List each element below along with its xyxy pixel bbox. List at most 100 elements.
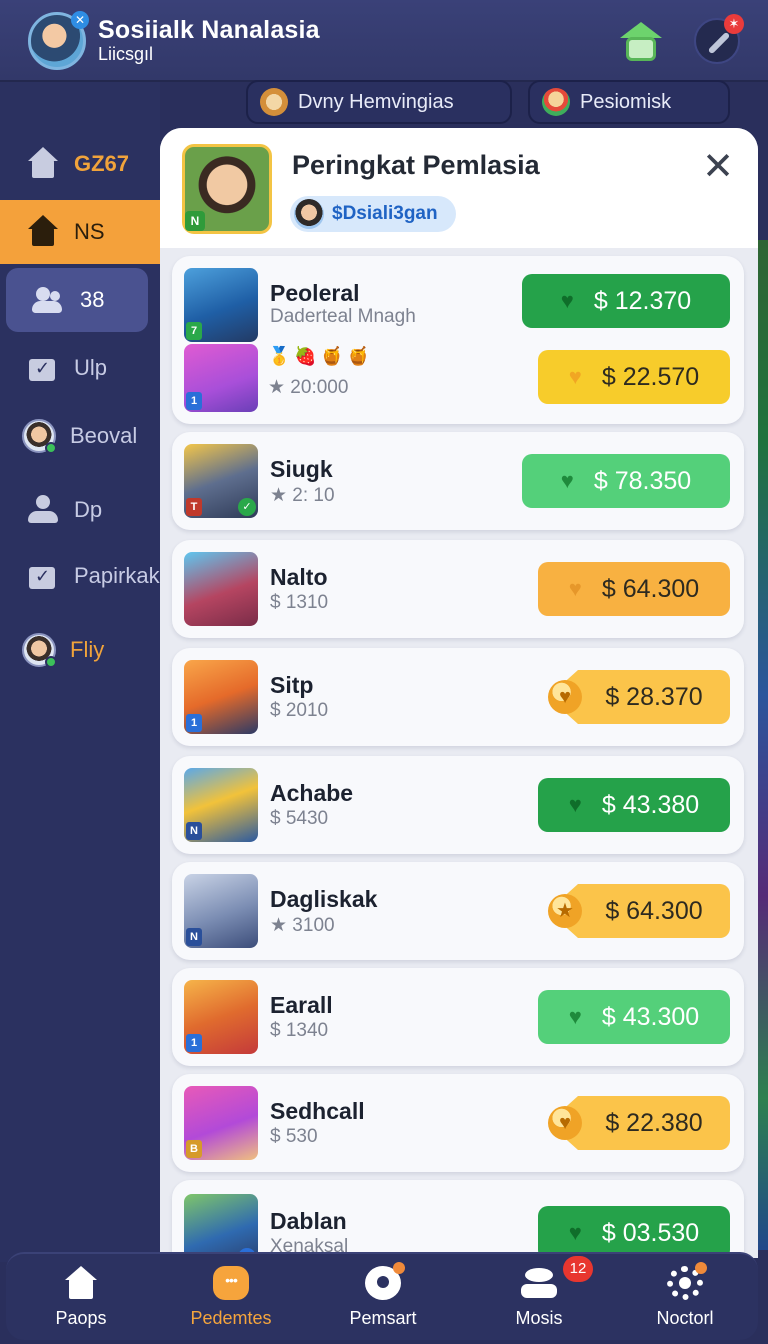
- player-avatar: V: [184, 1194, 258, 1258]
- close-button[interactable]: ✕: [700, 148, 736, 186]
- nav-label: Pedemtes: [190, 1308, 272, 1328]
- sidebar-item-beoval[interactable]: Beoval: [0, 404, 160, 468]
- tab-pesiomisk[interactable]: Pesiomisk: [528, 80, 730, 124]
- player-subtitle: ★ 2: 10: [270, 485, 335, 506]
- heart-icon: ♥: [568, 576, 582, 601]
- player-name: Sedhcall: [270, 1098, 365, 1124]
- home-icon: [26, 215, 60, 249]
- player-avatar: 1: [184, 660, 258, 734]
- sidebar-item-ulp[interactable]: Ulp: [0, 336, 160, 400]
- prize-button[interactable]: ♥ $ 43.380: [538, 778, 730, 832]
- player-avatar: B: [184, 1086, 258, 1160]
- player-name: Dagliskak: [270, 886, 378, 912]
- prize-button[interactable]: ♥ $ 12.370: [522, 274, 730, 328]
- sidebar-item-ns[interactable]: NS: [0, 200, 160, 264]
- stack-icon: 12: [521, 1256, 593, 1300]
- sidebar-item-papirkak[interactable]: Papirkak: [0, 544, 160, 608]
- heart-icon: ♥: [568, 1004, 582, 1029]
- prize-button[interactable]: ♥ $ 22.570: [538, 350, 730, 404]
- list-item[interactable]: B Sedhcall $ 530 $ 22.380 ♥: [172, 1074, 744, 1172]
- app-avatar[interactable]: ✕: [28, 11, 89, 70]
- calendar-check-icon: [26, 559, 60, 593]
- sidebar-item-fliy[interactable]: Fliy: [0, 618, 160, 682]
- player-avatar: 1: [184, 980, 258, 1054]
- player-subtitle: ★ 3100: [270, 915, 335, 936]
- notification-badge: 12: [563, 1256, 593, 1282]
- heart-icon: ♥: [568, 364, 582, 389]
- sidebar-item-label: Fliy: [70, 637, 105, 662]
- player-name: Nalto: [270, 564, 328, 590]
- chat-icon: [213, 1266, 249, 1300]
- player-subtitle: $ 1310: [270, 592, 329, 613]
- prize-value: $ 64.300: [601, 574, 700, 603]
- player-avatar: N: [184, 874, 258, 948]
- prize-value: $ 22.380: [605, 1108, 703, 1137]
- player-name: Achabe: [270, 780, 354, 806]
- nav-noctorl[interactable]: Noctorl: [610, 1254, 760, 1342]
- close-badge-icon[interactable]: ✕: [71, 11, 89, 29]
- tools-icon[interactable]: ✶: [694, 14, 744, 64]
- sidebar-item-label: Ulp: [74, 355, 108, 380]
- nav-paops[interactable]: Paops: [6, 1254, 156, 1342]
- player-avatar: [184, 552, 258, 626]
- avatar-icon: [22, 633, 57, 668]
- nav-pedemtes[interactable]: Pedemtes: [156, 1254, 306, 1342]
- player-name: Siugk: [270, 456, 333, 482]
- bottom-nav: Paops Pedemtes Pemsart 12 Mosis Noctorl: [6, 1252, 758, 1340]
- nav-label: Noctorl: [656, 1308, 714, 1328]
- tab-label: Pesiomisk: [580, 90, 672, 113]
- list-item[interactable]: Nalto $ 1310 ♥ $ 64.300: [172, 540, 744, 638]
- player-name: Peoleral: [270, 280, 360, 306]
- prize-button[interactable]: ♥ $ 43.300: [538, 990, 730, 1044]
- list-item[interactable]: N Dagliskak ★ 3100 $ 64.300 ★: [172, 862, 744, 960]
- list-item[interactable]: 1 Sitp $ 2010 $ 28.370 ♥: [172, 648, 744, 746]
- person-icon: [26, 493, 60, 527]
- player-subtitle: $ 5430: [270, 808, 329, 829]
- star-badge-icon: ★: [548, 894, 582, 928]
- chip-label: $Dsiali3gan: [332, 203, 438, 224]
- player-avatar: 7: [184, 268, 258, 342]
- prize-value: $ 43.380: [601, 790, 700, 819]
- home-shortcut-icon[interactable]: [618, 18, 664, 64]
- sidebar-item-38[interactable]: 38: [6, 268, 148, 332]
- prize-button[interactable]: ♥ $ 03.530: [538, 1206, 730, 1258]
- people-icon: [32, 283, 66, 317]
- tab-icon: [542, 88, 570, 116]
- player-avatar[interactable]: N: [182, 144, 272, 234]
- prize-button[interactable]: ♥ $ 78.350: [522, 454, 730, 508]
- top-bar: ✕ Sosiialk Nanalasia Liicsgıl ✶: [0, 0, 768, 82]
- panel-title: Peringkat Pemlasia: [292, 150, 540, 180]
- prize-value: $ 78.350: [593, 466, 692, 495]
- sidebar-item-dp[interactable]: Dp: [0, 478, 160, 542]
- player-name: Sitp: [270, 672, 314, 698]
- nav-pemsart[interactable]: Pemsart: [308, 1254, 458, 1342]
- home-icon: [26, 147, 60, 181]
- prize-button[interactable]: ♥ $ 64.300: [538, 562, 730, 616]
- sidebar-item-label: Dp: [74, 497, 103, 522]
- player-chip[interactable]: $Dsiali3gan: [290, 196, 456, 232]
- list-item[interactable]: N Achabe $ 5430 ♥ $ 43.380: [172, 756, 744, 854]
- nav-mosis[interactable]: 12 Mosis: [464, 1254, 614, 1342]
- list-item[interactable]: V Dablan Xenaksal ♥ $ 03.530: [172, 1180, 744, 1258]
- sidebar-item-label: NS: [74, 219, 105, 244]
- heart-icon: ♥: [560, 288, 574, 313]
- tab-dvny-hemvingias[interactable]: Dvny Hemvingias: [246, 80, 512, 124]
- list-item[interactable]: 7 Peoleral Daderteal Mnagh ♥ $ 12.370 1 …: [172, 256, 744, 424]
- app-subtitle: Liicsgıl: [98, 44, 154, 64]
- prize-value: $ 43.300: [601, 1002, 700, 1031]
- list-item[interactable]: T ✓ Siugk ★ 2: 10 ♥ $ 78.350: [172, 432, 744, 530]
- prize-value: $ 22.570: [601, 362, 700, 391]
- player-subtitle: ★ 20:000: [268, 377, 349, 398]
- player-subtitle: $ 1340: [270, 1020, 329, 1041]
- sidebar-item-gz67[interactable]: GZ67: [0, 132, 160, 196]
- sidebar-item-label: 38: [80, 287, 105, 312]
- home-icon: [63, 1266, 99, 1300]
- list-item[interactable]: 1 Earall $ 1340 ♥ $ 43.300: [172, 968, 744, 1066]
- player-avatar: N: [184, 768, 258, 842]
- avatar-icon: [22, 419, 57, 454]
- sidebar: GZ67 NS 38 Ulp Beoval Dp Papirkak Fliy: [0, 82, 160, 1262]
- gear-icon: [667, 1262, 707, 1300]
- chip-avatar-icon: [294, 199, 324, 229]
- leaderboard-panel: N Peringkat Pemlasia $Dsiali3gan ✕ 7 Peo…: [160, 128, 758, 1258]
- sidebar-item-label: Beoval: [70, 423, 138, 448]
